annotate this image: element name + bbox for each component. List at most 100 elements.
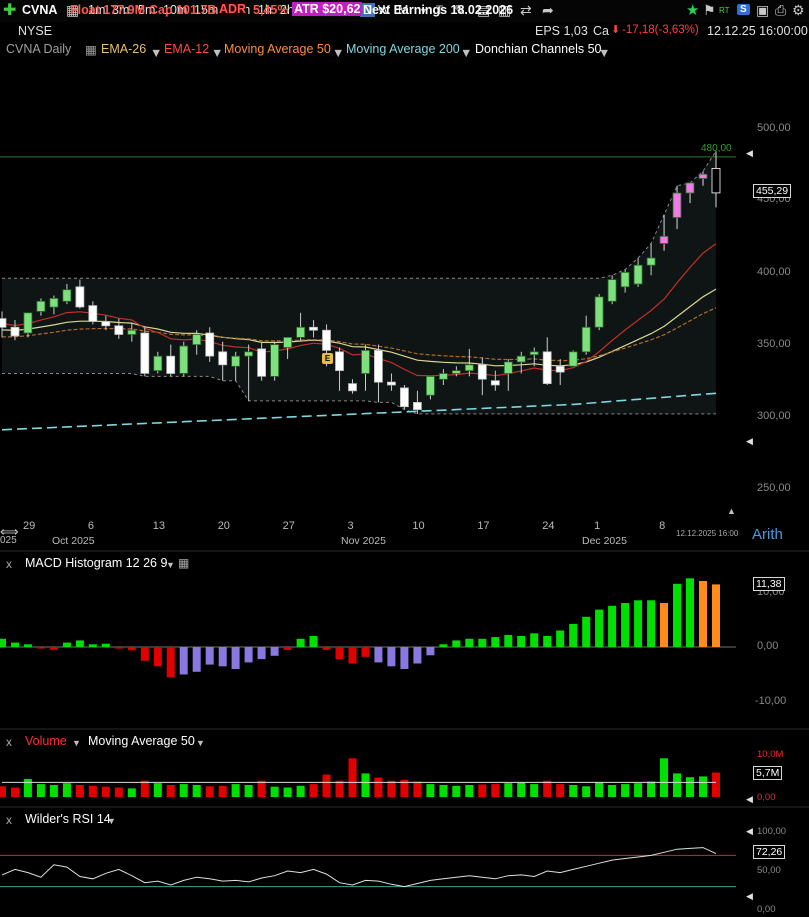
candle-body (192, 334, 202, 346)
time-tick-label: 17 (477, 520, 490, 532)
macd-bar (413, 647, 422, 664)
macd-label-neg10: -10,00 (755, 695, 787, 707)
volume-bar (218, 785, 227, 797)
macd-bar (0, 638, 6, 648)
rsi-title[interactable]: Wilder's RSI 14 (25, 812, 111, 826)
volume-dropdown-icon[interactable]: ▼ (72, 738, 81, 748)
volume-bar (322, 774, 331, 797)
macd-bar (192, 647, 201, 672)
candle-body (581, 326, 591, 353)
candle-body (218, 351, 228, 366)
month-oct: Oct 2025 (52, 535, 95, 547)
macd-bar (686, 578, 694, 648)
volume-bar (413, 781, 422, 797)
macd-bar (49, 647, 58, 650)
candle-body (75, 286, 85, 308)
candle-body (685, 182, 695, 194)
price-label-300: 300,00 (757, 410, 791, 422)
candle-body (399, 387, 409, 408)
volume-bar (634, 783, 643, 797)
time-tick-label: 8 (659, 520, 666, 532)
collapse-icon[interactable]: ⟺ (0, 524, 19, 540)
macd-histogram (0, 578, 736, 678)
candle-body (438, 373, 448, 380)
candle-body (672, 192, 682, 218)
last-price-box: 455,29 (753, 184, 792, 198)
time-tick-label: 24 (542, 520, 555, 532)
volume-bar (673, 773, 681, 797)
macd-dropdown-icon[interactable]: ▼ (166, 560, 175, 570)
macd-bar (270, 647, 279, 656)
volume-ma-title[interactable]: Moving Average 50 (88, 734, 195, 748)
volume-bar (23, 778, 32, 797)
candle-body (451, 370, 461, 374)
macd-bar (595, 609, 604, 647)
time-stamp: 12.12.2025 16:00 (676, 529, 739, 538)
volume-close-icon[interactable]: x (6, 735, 12, 749)
candle-body (633, 264, 643, 285)
macd-bar (504, 634, 513, 647)
macd-bar (556, 630, 565, 647)
volume-bar (296, 785, 305, 797)
macd-title[interactable]: MACD Histogram 12 26 9 (25, 556, 167, 570)
rsi-last-box: 72,26 (753, 845, 786, 859)
candle-body (10, 326, 20, 337)
candle-body (542, 351, 552, 384)
macd-bar (231, 647, 240, 669)
scale-type[interactable]: Arith (752, 526, 783, 543)
hline-label: 480,00 (701, 143, 732, 154)
chart-canvas[interactable] (0, 0, 809, 917)
volume-bar (582, 786, 591, 798)
scroll-up-icon[interactable]: ▲ (727, 506, 736, 516)
candle-body (166, 355, 176, 374)
macd-grid-icon[interactable]: ▦ (178, 556, 189, 570)
hline-marker-icon: ◀ (746, 148, 753, 158)
volume-bar (491, 784, 500, 797)
candle-body (231, 355, 241, 367)
volume-bar (62, 783, 71, 797)
candle-body (36, 300, 46, 312)
macd-label-0: 0,00 (757, 640, 779, 652)
rsi-label-0: 0,00 (757, 904, 776, 915)
volume-bars (0, 758, 720, 798)
candle-body (490, 380, 500, 386)
candle-body (270, 344, 280, 377)
volume-ma-dropdown-icon[interactable]: ▼ (196, 738, 205, 748)
macd-bar (23, 644, 32, 648)
macd-bar (543, 636, 552, 647)
candle-body (283, 336, 293, 348)
time-tick-label: 27 (282, 520, 295, 532)
macd-bar (387, 647, 396, 667)
macd-bar (309, 636, 318, 647)
candle-body (179, 345, 189, 374)
macd-bar (11, 642, 19, 647)
macd-last-box: 11,38 (753, 577, 785, 591)
macd-bar (465, 638, 474, 648)
time-tick-label: 29 (22, 520, 36, 532)
candle-body (335, 351, 344, 371)
volume-bar (504, 783, 513, 797)
volume-title[interactable]: Volume (25, 734, 67, 748)
macd-bar (205, 647, 214, 665)
macd-bar (75, 640, 84, 647)
volume-bar (192, 785, 201, 797)
volume-bar (595, 782, 604, 797)
macd-close-icon[interactable]: x (6, 557, 12, 571)
candle-body (594, 296, 604, 328)
rsi-line-path (1, 847, 717, 888)
volume-bar (153, 783, 162, 797)
macd-bar (101, 643, 110, 647)
volume-bar (478, 784, 487, 797)
candle-body (49, 297, 59, 308)
candle-body (412, 401, 422, 410)
rsi-dropdown-icon[interactable]: ▼ (107, 816, 116, 826)
macd-bar (218, 647, 227, 667)
macd-bar (322, 647, 331, 650)
candle-body (0, 318, 7, 328)
earnings-marker[interactable]: E (322, 353, 333, 364)
candle-body (309, 326, 318, 331)
time-tick-label: 3 (347, 520, 354, 532)
macd-bar (348, 647, 357, 664)
candle-body (62, 289, 72, 302)
rsi-close-icon[interactable]: x (6, 813, 12, 827)
